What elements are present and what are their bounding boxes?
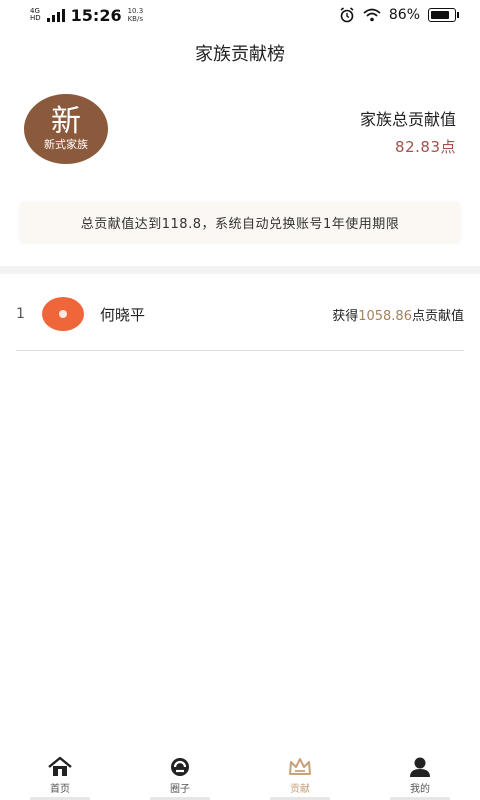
section-divider bbox=[0, 266, 480, 274]
signal-icon bbox=[46, 8, 65, 22]
speed-value: 10.3 bbox=[127, 7, 144, 15]
bottom-tab-bar: 首页 圈子 贡献 我的 bbox=[0, 750, 480, 800]
total-label: 家族总贡献值 bbox=[359, 110, 456, 129]
points-prefix: 获得 bbox=[332, 308, 359, 324]
avatar[interactable] bbox=[42, 297, 84, 331]
wifi-icon bbox=[363, 8, 381, 22]
rank-number: 1 bbox=[16, 306, 25, 322]
points-suffix: 点贡献值 bbox=[411, 308, 464, 324]
tab-circle[interactable]: 圈子 bbox=[120, 750, 240, 800]
tab-home[interactable]: 首页 bbox=[0, 750, 120, 800]
tab-contribution[interactable]: 贡献 bbox=[240, 750, 360, 800]
speed-unit: KB/s bbox=[127, 15, 143, 23]
tab-label-mine: 我的 bbox=[410, 784, 430, 795]
circle-icon bbox=[171, 758, 189, 776]
tab-label-home: 首页 bbox=[50, 784, 70, 795]
status-time: 15:26 bbox=[70, 5, 122, 25]
alarm-icon bbox=[340, 7, 354, 23]
battery-percent: 86% bbox=[388, 7, 420, 23]
status-right: 86% bbox=[339, 7, 459, 23]
home-icon bbox=[48, 756, 72, 776]
points-value: 1058.86 bbox=[358, 308, 412, 324]
status-left: 4G HD 15:26 10.3 KB/s bbox=[30, 6, 143, 25]
status-bar: 4G HD 15:26 10.3 KB/s 86% bbox=[0, 0, 480, 30]
network-speed: 10.3 KB/s bbox=[128, 7, 144, 23]
network-indicator: 4G HD bbox=[30, 8, 41, 22]
logo-main-text: 新 bbox=[51, 104, 81, 139]
member-name: 何晓平 bbox=[100, 305, 146, 324]
notice-banner: 总贡献值达到118.8，系统自动兑换账号1年使用期限 bbox=[20, 202, 460, 242]
total-value: 82.83点 bbox=[395, 138, 456, 156]
battery-icon bbox=[428, 8, 459, 22]
logo-sub-text: 新式家族 bbox=[44, 138, 88, 151]
tab-mine[interactable]: 我的 bbox=[360, 750, 480, 800]
page-title: 家族贡献榜 bbox=[195, 44, 285, 65]
crown-icon bbox=[289, 758, 311, 775]
network-sub: HD bbox=[30, 14, 41, 22]
family-total: 家族总贡献值 82.83点 bbox=[360, 106, 456, 157]
tab-label-contribution: 贡献 bbox=[290, 784, 310, 795]
ranking-row[interactable]: 1 何晓平 获得1058.86点贡献值 bbox=[16, 278, 464, 351]
family-logo: 新 新式家族 bbox=[24, 94, 108, 164]
tab-label-circle: 圈子 bbox=[170, 784, 190, 795]
member-points: 获得1058.86点贡献值 bbox=[332, 305, 464, 324]
user-icon bbox=[410, 757, 430, 777]
